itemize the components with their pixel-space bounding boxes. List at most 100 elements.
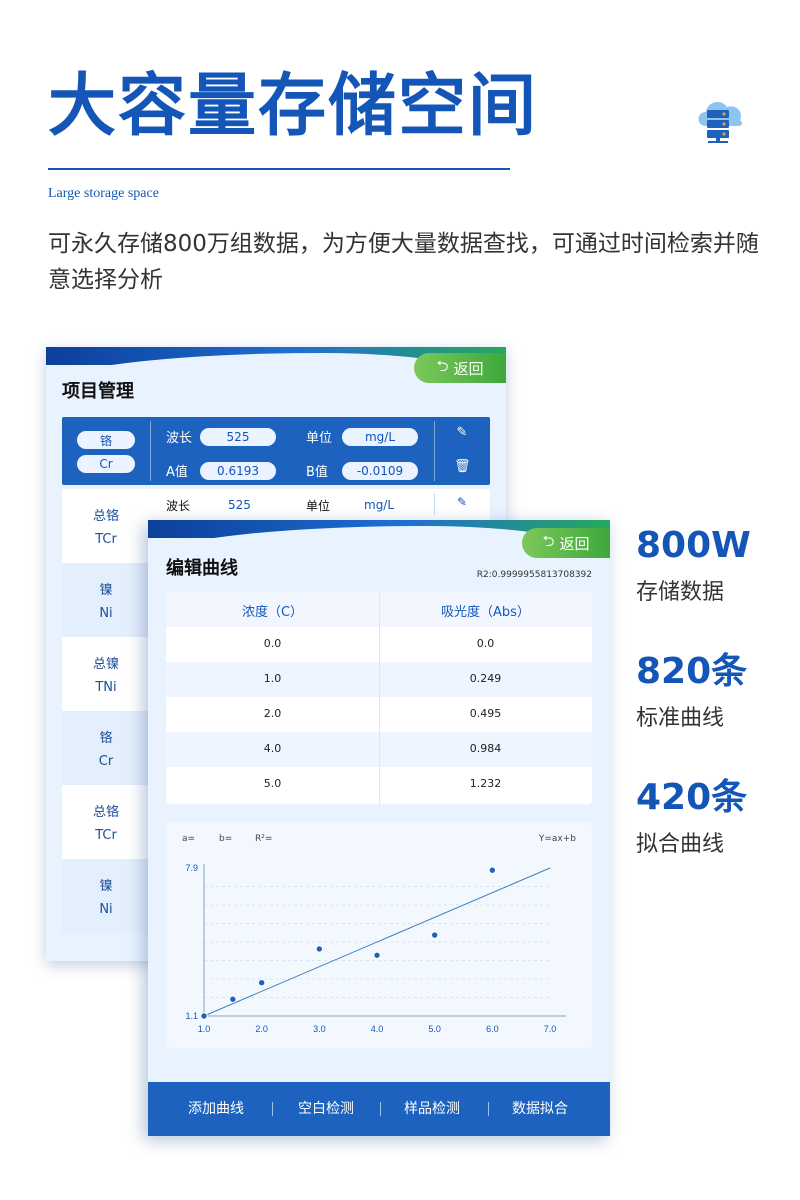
cell-absorbance: 1.232 (469, 777, 502, 790)
unit-value: mg/L (364, 498, 395, 512)
stat-storage: 800W 存储数据 (636, 528, 756, 606)
panel-title: 项目管理 (62, 381, 134, 402)
y-tick-label: 7.9 (185, 863, 198, 873)
stat-label: 拟合曲线 (636, 832, 725, 857)
x-tick-label: 1.0 (198, 1024, 211, 1034)
edit-icon[interactable]: ✎ (454, 495, 470, 509)
item-name: 总镍 (92, 657, 119, 672)
item-name: 镍 (99, 583, 113, 598)
item-symbol: Ni (99, 606, 113, 621)
item-name: 总铬 (92, 805, 119, 820)
y-tick-label: 1.1 (185, 1011, 198, 1021)
cell-concentration: 4.0 (263, 742, 282, 755)
a-value-field[interactable]: 0.6193 (200, 462, 276, 480)
list-item[interactable]: 铬 Cr (62, 711, 150, 785)
item-symbol: TCr (95, 532, 117, 547)
edit-icon[interactable]: ✎ (454, 425, 470, 440)
cell-absorbance: 0.249 (469, 672, 502, 685)
wavelength-field[interactable]: 525 (200, 428, 276, 446)
cell-concentration: 1.0 (263, 672, 282, 685)
wavelength-value: 525 (228, 498, 251, 512)
bottom-toolbar: 添加曲线 空白检测 样品检测 数据拟合 (148, 1082, 610, 1136)
project-row[interactable]: 波长 525 单位 mg/L ✎ (62, 489, 490, 519)
chart-plot: 1.0 2.0 3.0 4.0 5.0 6.0 7.0 1.1 7.9 (185, 863, 566, 1034)
data-point (315, 945, 324, 953)
b-value-label: B值 (306, 465, 328, 480)
item-name: 镍 (99, 879, 113, 894)
element-name-pill[interactable]: 铬 (77, 431, 135, 449)
unit-label: 单位 (306, 431, 333, 446)
column-divider (379, 592, 380, 804)
divider (150, 421, 151, 481)
wavelength-label: 波长 (166, 431, 193, 446)
data-point (430, 931, 439, 939)
selected-project-bar: 铬 Cr 波长 525 单位 mg/L A值 0.6193 B值 -0.0109… (62, 417, 490, 485)
cell-concentration: 5.0 (263, 777, 282, 790)
list-item[interactable]: 总镍 TNi (62, 637, 150, 711)
back-button[interactable]: ⮌ 返回 (414, 353, 506, 383)
a-value-label: A值 (166, 465, 188, 480)
trash-icon[interactable]: 🗑 (454, 459, 471, 474)
divider (434, 493, 435, 515)
cell-absorbance: 0.0 (476, 637, 495, 650)
page-description: 可永久存储800万组数据，为方便大量数据查找，可通过时间检索并随意选择分析 (48, 231, 759, 293)
data-point (373, 951, 381, 959)
stat-label: 存储数据 (636, 580, 725, 605)
r2-value: R2:0.9999955813708392 (476, 570, 592, 580)
data-point (200, 1012, 208, 1020)
x-tick-label: 4.0 (371, 1024, 384, 1034)
stat-standard-curves: 820条 标准曲线 (636, 654, 756, 732)
x-tick-label: 3.0 (313, 1024, 326, 1034)
stat-value: 800W (636, 525, 751, 566)
stat-label: 标准曲线 (636, 706, 725, 731)
b-value-field[interactable]: -0.0109 (342, 462, 418, 480)
title-underline (48, 168, 510, 170)
x-tick-label: 6.0 (486, 1024, 499, 1034)
unit-field[interactable]: mg/L (342, 428, 418, 446)
return-icon: ⮌ (436, 356, 449, 375)
x-tick-label: 5.0 (428, 1024, 441, 1034)
list-item[interactable]: 镍 Ni (62, 859, 150, 933)
curve-data-table: 浓度（C） 吸光度（Abs） 0.0 0.0 1.0 0.249 2.0 0.4… (166, 592, 592, 804)
divider (434, 421, 435, 481)
item-symbol: TCr (95, 828, 117, 843)
project-list: 总铬 TCr 镍 Ni 总镍 TNi 铬 Cr 总铬 TCr 镍 Ni (62, 489, 150, 961)
add-curve-button[interactable]: 添加曲线 (162, 1098, 270, 1118)
stat-value: 820条 (636, 651, 748, 692)
back-button-label: 返回 (453, 359, 484, 378)
back-button[interactable]: ⮌ 返回 (522, 528, 610, 558)
list-item[interactable]: 总铬 TCr (62, 785, 150, 859)
item-name: 铬 (99, 731, 113, 746)
data-fit-button[interactable]: 数据拟合 (486, 1098, 594, 1118)
cell-concentration: 2.0 (263, 707, 282, 720)
stat-fit-curves: 420条 拟合曲线 (636, 780, 756, 858)
edit-curve-panel: ⮌ 返回 编辑曲线 R2:0.9999955813708392 浓度（C） 吸光… (148, 520, 610, 1136)
item-symbol: Cr (98, 754, 114, 769)
cloud-server-icon (698, 101, 743, 143)
x-tick-label: 2.0 (255, 1024, 268, 1034)
page-subtitle: Large storage space (48, 186, 159, 201)
sample-test-button[interactable]: 样品检测 (378, 1098, 486, 1118)
return-icon: ⮌ (542, 531, 555, 550)
data-point (229, 995, 237, 1003)
list-item[interactable]: 镍 Ni (62, 563, 150, 637)
data-point (257, 979, 266, 987)
cell-concentration: 0.0 (263, 637, 282, 650)
wavelength-label: 波长 (166, 499, 191, 513)
stat-value: 420条 (636, 777, 748, 818)
back-button-label: 返回 (559, 534, 590, 553)
panel-title: 编辑曲线 (166, 558, 238, 579)
x-tick-label: 7.0 (544, 1024, 557, 1034)
page-title: 大容量存储空间 (48, 66, 539, 146)
element-symbol-pill[interactable]: Cr (77, 455, 135, 473)
blank-test-button[interactable]: 空白检测 (272, 1098, 380, 1118)
cell-absorbance: 0.984 (469, 742, 502, 755)
column-header-absorbance: 吸光度（Abs） (441, 605, 530, 620)
item-symbol: TNi (95, 680, 117, 695)
cell-absorbance: 0.495 (469, 707, 502, 720)
column-header-concentration: 浓度（C） (241, 605, 304, 620)
unit-label: 单位 (306, 499, 331, 513)
curve-chart: a= b= R²= Y=ax+b 1.0 2.0 3.0 4.0 5.0 6.0 7.0 1.… (166, 822, 592, 1048)
data-point (488, 866, 497, 874)
item-symbol: Ni (99, 902, 113, 917)
